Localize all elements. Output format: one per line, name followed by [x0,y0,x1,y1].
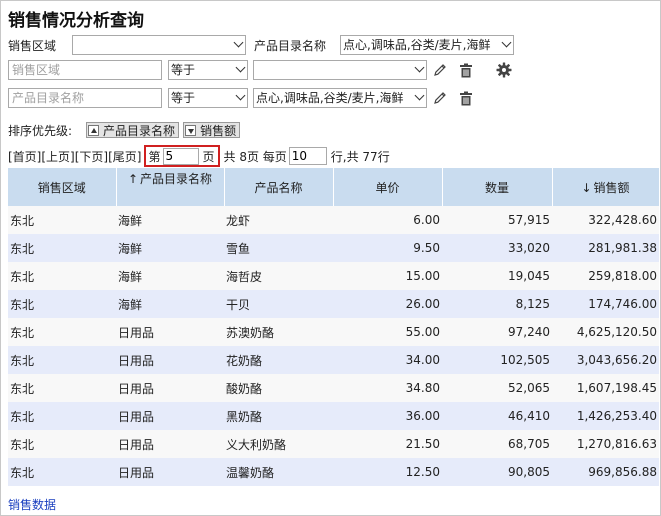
filter-row-main: 销售区域 产品目录名称 点心,调味品,谷类/麦片,海鲜 [8,34,514,56]
region-operator-select[interactable]: 等于 [168,60,248,80]
sort-ascending-icon [88,124,100,136]
chevron-down-icon [414,62,425,73]
chevron-down-icon [414,90,425,101]
category-operator-select[interactable]: 等于 [168,88,248,108]
table-row: 东北 海鲜 干贝 26.00 8,125 174,746.00 [8,290,659,318]
next-page-link[interactable]: [下页] [75,148,108,165]
table-row: 东北 海鲜 龙虾 6.00 57,915 322,428.60 [8,206,659,234]
col-header-category[interactable]: ↑ 产品目录名称 [116,168,225,206]
pencil-icon[interactable] [431,89,449,107]
region-value-select[interactable] [253,60,427,80]
sort-descending-icon [185,124,197,136]
sort-priority-label: 排序优先级: [8,123,73,138]
filter-row-region: 等于 [8,59,513,81]
table-row: 东北 日用品 花奶酪 34.00 102,505 3,043,656.20 [8,346,659,374]
gear-icon[interactable] [495,61,513,79]
sort-up-arrow-icon: ↑ [127,172,139,186]
col-header-product[interactable]: 产品名称 [224,168,334,206]
category-label: 产品目录名称 [254,38,327,53]
chevron-down-icon [235,90,246,101]
trash-icon[interactable] [457,89,475,107]
region-filter-field[interactable] [8,60,162,80]
table-row: 东北 海鲜 雪鱼 9.50 33,020 281,981.38 [8,234,659,262]
col-header-region[interactable]: 销售区域 [8,168,117,206]
col-header-quantity[interactable]: 数量 [442,168,553,206]
table-row: 东北 日用品 义大利奶酪 21.50 68,705 1,270,816.63 [8,430,659,458]
sort-item-sales[interactable]: 销售额 [183,122,241,138]
page-title: 销售情况分析查询 [8,11,144,31]
pager: [首页] [上页] [下页] [尾页] 第 页 共 8页 每页 行,共 77行 [8,145,390,167]
sales-data-link[interactable]: 销售数据 [8,496,56,513]
table-body: 东北 海鲜 龙虾 6.00 57,915 322,428.60 东北 海鲜 雪鱼 9.50 33,… [8,206,659,486]
table-row: 东北 日用品 苏澳奶酪 55.00 97,240 4,625,120.50 [8,318,659,346]
table-row: 东北 海鲜 海哲皮 15.00 19,045 259,818.00 [8,262,659,290]
prev-page-link[interactable]: [上页] [41,148,74,165]
page-jump-box: 第 页 [143,145,220,167]
category-value-select[interactable]: 点心,调味品,谷类/麦片,海鲜 [253,88,427,108]
sort-down-arrow-icon: ↓ [581,180,592,195]
category-filter-field[interactable] [8,88,162,108]
table-row: 东北 日用品 黑奶酪 36.00 46,410 1,426,253.40 [8,402,659,430]
col-header-sales[interactable]: ↓ 销售额 [552,168,660,206]
chevron-down-icon [233,37,244,48]
sort-priority: 排序优先级: 产品目录名称 销售额 [8,121,241,139]
table-row: 东北 日用品 温馨奶酪 12.50 90,805 969,856.88 [8,458,659,486]
sort-item-category[interactable]: 产品目录名称 [86,122,180,138]
table-header-row: 销售区域 ↑ 产品目录名称 产品名称 单价 数量 ↓ 销售额 [8,168,660,206]
page-number-input[interactable] [162,147,199,165]
total-pages-text: 共 8页 每页 [223,149,287,164]
category-select[interactable]: 点心,调味品,谷类/麦片,海鲜 [340,35,514,55]
pencil-icon[interactable] [431,61,449,79]
filter-row-category: 等于 点心,调味品,谷类/麦片,海鲜 [8,87,475,109]
col-header-price[interactable]: 单价 [333,168,443,206]
region-label: 销售区域 [8,38,57,53]
rows-per-page-input[interactable] [288,147,327,165]
last-page-link[interactable]: [尾页] [108,148,141,165]
sales-table: 销售区域 ↑ 产品目录名称 产品名称 单价 数量 ↓ 销售额 东北 海鲜 龙虾 6.00 5… [8,168,660,486]
total-rows-text: 行,共 77行 [330,149,390,164]
first-page-link[interactable]: [首页] [8,148,41,165]
trash-icon[interactable] [457,61,475,79]
region-select[interactable] [72,35,246,55]
chevron-down-icon [501,37,512,48]
table-row: 东北 日用品 酸奶酪 34.80 52,065 1,607,198.45 [8,374,659,402]
chevron-down-icon [235,62,246,73]
